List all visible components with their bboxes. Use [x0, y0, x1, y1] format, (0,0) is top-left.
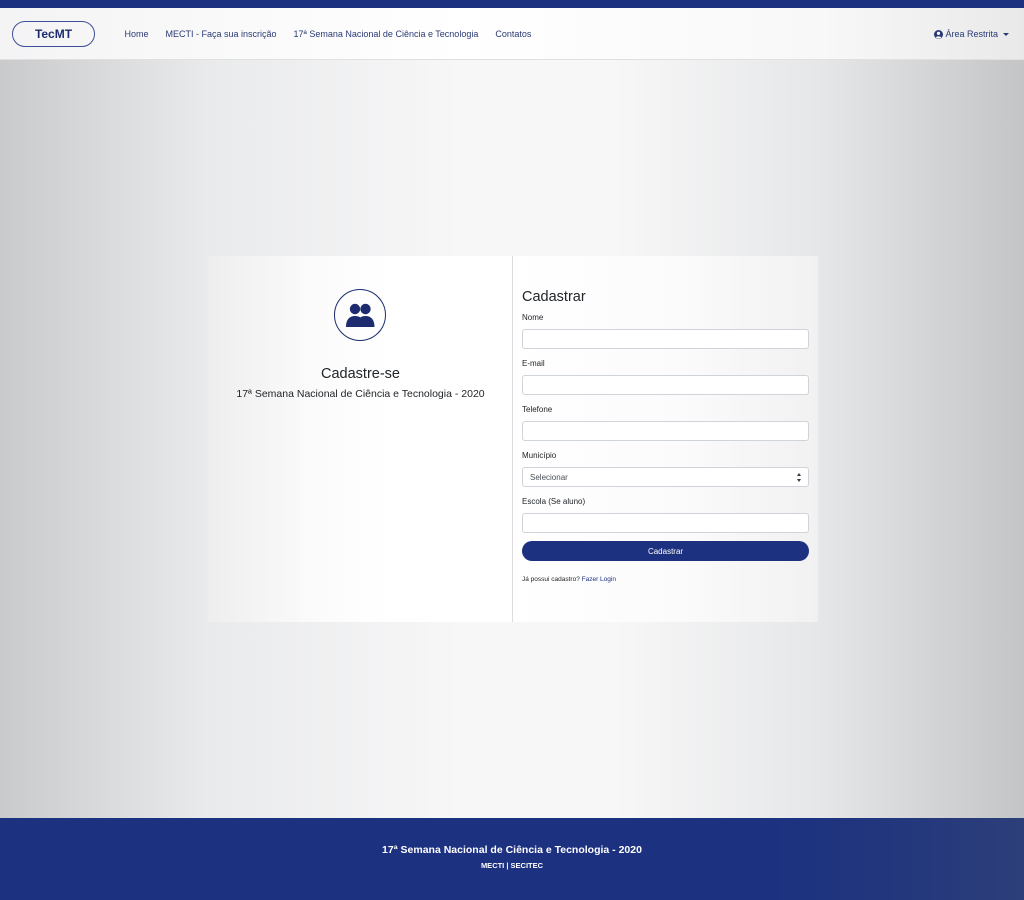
email-input[interactable]	[522, 375, 809, 395]
signup-subtitle: 17ª Semana Nacional de Ciência e Tecnolo…	[236, 388, 485, 400]
login-prompt-text: Já possui cadastro?	[522, 576, 580, 583]
login-link[interactable]: Fazer Login	[582, 576, 616, 583]
login-prompt: Já possui cadastro? Fazer Login	[522, 576, 616, 583]
signup-info-panel: Cadastre-se 17ª Semana Nacional de Ciênc…	[208, 256, 513, 622]
chevron-down-icon	[1003, 32, 1009, 36]
footer: 17ª Semana Nacional de Ciência e Tecnolo…	[0, 818, 1024, 900]
school-input[interactable]	[522, 513, 809, 533]
select-arrows-icon	[797, 473, 801, 482]
user-circle-icon	[934, 29, 944, 39]
city-select-value: Selecionar	[530, 472, 568, 482]
registration-card: Cadastre-se 17ª Semana Nacional de Ciênc…	[208, 256, 818, 622]
footer-subtitle: MECTI | SECITEC	[480, 861, 544, 870]
registration-form: Cadastrar Nome E-mail Telefone Município…	[513, 256, 818, 622]
nav-link-semana-nacional[interactable]: 17ª Semana Nacional de Ciência e Tecnolo…	[285, 29, 487, 39]
nav-link-mecti-inscricao[interactable]: MECTI - Faça sua inscrição	[157, 29, 285, 39]
restricted-area-dropdown[interactable]: Área Restrita	[934, 8, 1009, 60]
footer-title: 17ª Semana Nacional de Ciência e Tecnolo…	[382, 844, 642, 856]
school-label: Escola (Se aluno)	[522, 497, 586, 506]
form-title: Cadastrar	[522, 289, 586, 305]
name-input[interactable]	[522, 329, 809, 349]
phone-label: Telefone	[522, 405, 553, 414]
phone-input[interactable]	[522, 421, 809, 441]
users-avatar	[334, 289, 386, 341]
top-accent-stripe	[0, 0, 1024, 8]
users-icon	[346, 303, 375, 327]
submit-button[interactable]: Cadastrar	[522, 541, 809, 561]
restricted-area-label: Área Restrita	[945, 29, 998, 39]
email-label: E-mail	[522, 359, 545, 368]
signup-title: Cadastre-se	[321, 366, 400, 382]
city-select[interactable]: Selecionar	[522, 467, 809, 487]
nav-link-contatos[interactable]: Contatos	[487, 29, 540, 39]
nav-links: Home MECTI - Faça sua inscrição 17ª Sema…	[116, 8, 540, 60]
navbar: TecMT Home MECTI - Faça sua inscrição 17…	[0, 8, 1024, 60]
city-label: Município	[522, 451, 557, 460]
brand-logo-button[interactable]: TecMT	[12, 21, 95, 47]
nav-link-home[interactable]: Home	[116, 29, 157, 39]
name-label: Nome	[522, 313, 544, 322]
